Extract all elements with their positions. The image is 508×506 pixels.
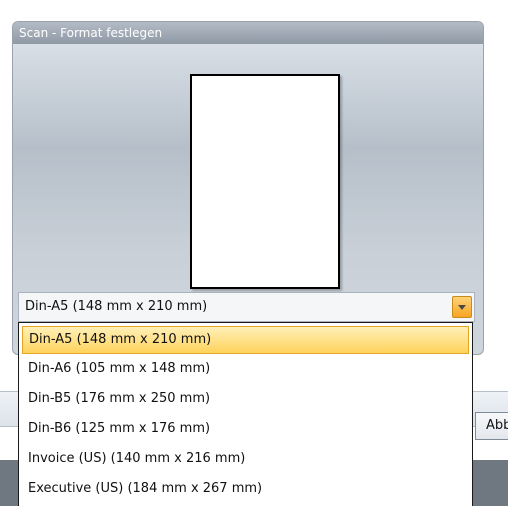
format-option-din-a6[interactable]: Din-A6 (105 mm x 148 mm)	[19, 354, 472, 384]
format-option-executive-us[interactable]: Executive (US) (184 mm x 267 mm)	[19, 474, 472, 504]
format-select[interactable]: Din-A5 (148 mm x 210 mm)	[18, 292, 475, 322]
format-select-value: Din-A5 (148 mm x 210 mm)	[25, 299, 208, 314]
format-option-din-a5[interactable]: Din-A5 (148 mm x 210 mm)	[22, 326, 469, 354]
panel-title: Scan - Format festlegen	[13, 22, 483, 44]
format-option-din-b6[interactable]: Din-B6 (125 mm x 176 mm)	[19, 414, 472, 444]
format-dropdown-list: Din-A5 (148 mm x 210 mm) Din-A6 (105 mm …	[18, 322, 473, 506]
chevron-down-icon[interactable]	[452, 296, 472, 318]
format-option-invoice-us[interactable]: Invoice (US) (140 mm x 216 mm)	[19, 444, 472, 474]
background-button[interactable]: Abb	[475, 412, 508, 440]
format-option-din-b5[interactable]: Din-B5 (176 mm x 250 mm)	[19, 384, 472, 414]
page-format-preview	[190, 74, 340, 289]
